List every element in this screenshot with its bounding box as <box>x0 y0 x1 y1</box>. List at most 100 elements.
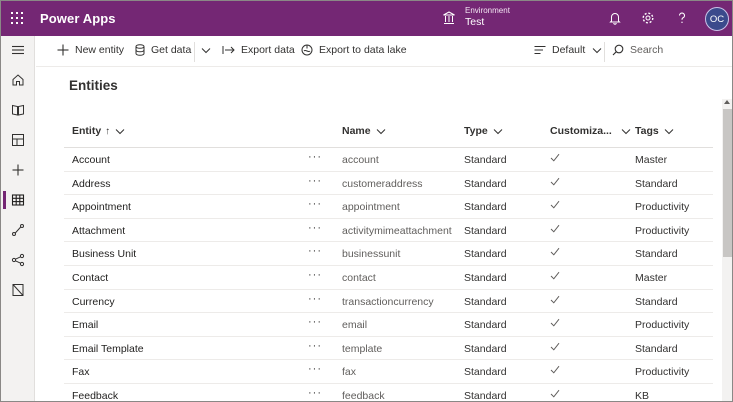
customizable-check-icon <box>550 271 560 283</box>
settings-gear-icon[interactable] <box>641 11 655 25</box>
column-header-type[interactable]: Type <box>464 125 503 137</box>
entity-logical-name: activitymimeattachment <box>342 224 452 237</box>
entity-display-name[interactable]: Appointment <box>72 201 131 213</box>
ai-builder-icon[interactable] <box>1 248 35 272</box>
entity-type: Standard <box>464 272 507 284</box>
entity-display-name[interactable]: Currency <box>72 296 115 308</box>
apps-icon[interactable] <box>1 128 35 152</box>
chevron-down-icon <box>664 128 674 134</box>
app-title[interactable]: Power Apps <box>40 11 116 26</box>
user-avatar[interactable]: OC <box>705 7 729 31</box>
home-icon[interactable] <box>1 68 35 92</box>
chevron-down-icon <box>376 128 385 134</box>
more-options-button[interactable]: ··· <box>308 151 322 163</box>
left-navigation-rail <box>1 36 35 401</box>
customizable-check-icon <box>550 295 560 307</box>
column-header-name[interactable]: Name <box>342 125 386 137</box>
more-options-button[interactable]: ··· <box>308 363 322 375</box>
flows-icon[interactable] <box>1 218 35 242</box>
entity-logical-name: template <box>342 342 383 355</box>
database-icon <box>135 44 145 56</box>
table-row[interactable]: Fax ··· fax Standard Productivity <box>64 360 713 384</box>
entity-display-name[interactable]: Address <box>72 178 111 190</box>
customizable-check-icon <box>550 177 560 189</box>
app-launcher-waffle-icon[interactable] <box>11 12 23 24</box>
more-options-button[interactable]: ··· <box>308 245 322 257</box>
new-entity-label: New entity <box>75 44 125 56</box>
more-options-button[interactable]: ··· <box>308 269 322 281</box>
help-question-icon[interactable] <box>675 11 689 25</box>
get-data-dropdown-button[interactable] <box>201 47 217 54</box>
table-row[interactable]: Account ··· account Standard Master <box>64 148 713 172</box>
customizable-check-icon <box>550 389 560 401</box>
column-header-tags[interactable]: Tags <box>635 125 674 137</box>
create-plus-icon[interactable] <box>1 158 35 182</box>
export-data-button[interactable]: Export data <box>222 44 295 56</box>
notifications-bell-icon[interactable] <box>608 11 622 25</box>
environment-value[interactable]: Test <box>465 16 484 28</box>
data-table-icon[interactable] <box>1 188 35 212</box>
more-options-button[interactable]: ··· <box>308 340 322 352</box>
solutions-icon[interactable] <box>1 278 35 302</box>
learn-book-icon[interactable] <box>1 98 35 122</box>
export-data-label: Export data <box>241 44 295 56</box>
entity-display-name[interactable]: Business Unit <box>72 248 136 260</box>
chevron-down-icon <box>201 48 211 54</box>
more-options-button[interactable]: ··· <box>308 175 322 187</box>
entity-type: Standard <box>464 224 507 237</box>
table-row[interactable]: Business Unit ··· businessunit Standard Stan… <box>64 242 713 266</box>
entity-logical-name: fax <box>342 366 357 379</box>
get-data-button[interactable]: Get data <box>135 44 191 56</box>
scrollbar-thumb[interactable] <box>723 109 732 257</box>
table-row[interactable]: Address ··· customeraddress Standard Standar… <box>64 172 713 196</box>
table-row[interactable]: Currency ··· transactioncurrency Standard St… <box>64 290 713 314</box>
table-row[interactable]: Appointment ··· appointment Standard Product… <box>64 195 713 219</box>
more-options-button[interactable]: ··· <box>308 316 322 328</box>
more-options-button[interactable]: ··· <box>308 222 322 234</box>
get-data-label: Get data <box>151 44 192 56</box>
table-row[interactable]: Contact ··· contact Standard Master <box>64 266 713 290</box>
more-options-button[interactable]: ··· <box>308 198 322 210</box>
entity-tags: Standard <box>635 177 678 190</box>
table-row[interactable]: Feedback ··· feedback Standard KB <box>64 384 713 402</box>
entity-logical-name: businessunit <box>342 248 401 261</box>
entity-display-name[interactable]: Contact <box>72 272 108 284</box>
search-box[interactable]: Search <box>612 44 663 56</box>
entity-display-name[interactable]: Account <box>72 154 110 166</box>
chevron-down-icon <box>592 47 602 53</box>
entity-type: Standard <box>464 390 507 402</box>
more-options-button[interactable]: ··· <box>308 293 322 305</box>
entity-tags: Productivity <box>635 366 690 379</box>
entity-display-name[interactable]: Email Template <box>72 343 144 355</box>
entity-logical-name: customeraddress <box>342 177 423 190</box>
column-header-type-label: Type <box>464 125 488 137</box>
more-options-button[interactable]: ··· <box>308 387 322 399</box>
entity-display-name[interactable]: Fax <box>72 366 90 378</box>
export-arrow-icon <box>222 46 235 54</box>
entity-logical-name: appointment <box>342 201 400 214</box>
entity-type: Standard <box>464 177 507 190</box>
entity-display-name[interactable]: Attachment <box>72 225 125 237</box>
environment-icon[interactable] <box>442 11 456 25</box>
entity-logical-name: email <box>342 319 368 332</box>
table-row[interactable]: Email Template ··· template Standard Standar… <box>64 337 713 361</box>
chevron-down-icon <box>621 128 631 134</box>
entity-logical-name: contact <box>342 272 376 284</box>
entity-display-name[interactable]: Feedback <box>72 390 118 401</box>
entity-display-name[interactable]: Email <box>72 319 98 331</box>
entity-tags: Productivity <box>635 201 690 214</box>
new-entity-button[interactable]: New entity <box>57 44 124 56</box>
column-header-customizable[interactable]: Customiza... <box>550 125 631 137</box>
entity-type: Standard <box>464 154 507 166</box>
top-header-bar: Power Apps Environment Test OC <box>1 1 732 36</box>
view-selector-dropdown[interactable]: Default <box>534 44 602 56</box>
hamburger-icon[interactable] <box>1 38 35 62</box>
export-to-data-lake-button[interactable]: Export to data lake <box>301 44 407 56</box>
scroll-up-arrow-icon[interactable] <box>724 100 730 104</box>
customizable-check-icon <box>550 342 560 354</box>
column-header-entity[interactable]: Entity ↑ <box>72 125 125 137</box>
entity-type: Standard <box>464 295 507 308</box>
table-row[interactable]: Attachment ··· activitymimeattachment Stand… <box>64 219 713 243</box>
customizable-check-icon <box>550 247 560 259</box>
table-row[interactable]: Email ··· email Standard Productivity <box>64 313 713 337</box>
